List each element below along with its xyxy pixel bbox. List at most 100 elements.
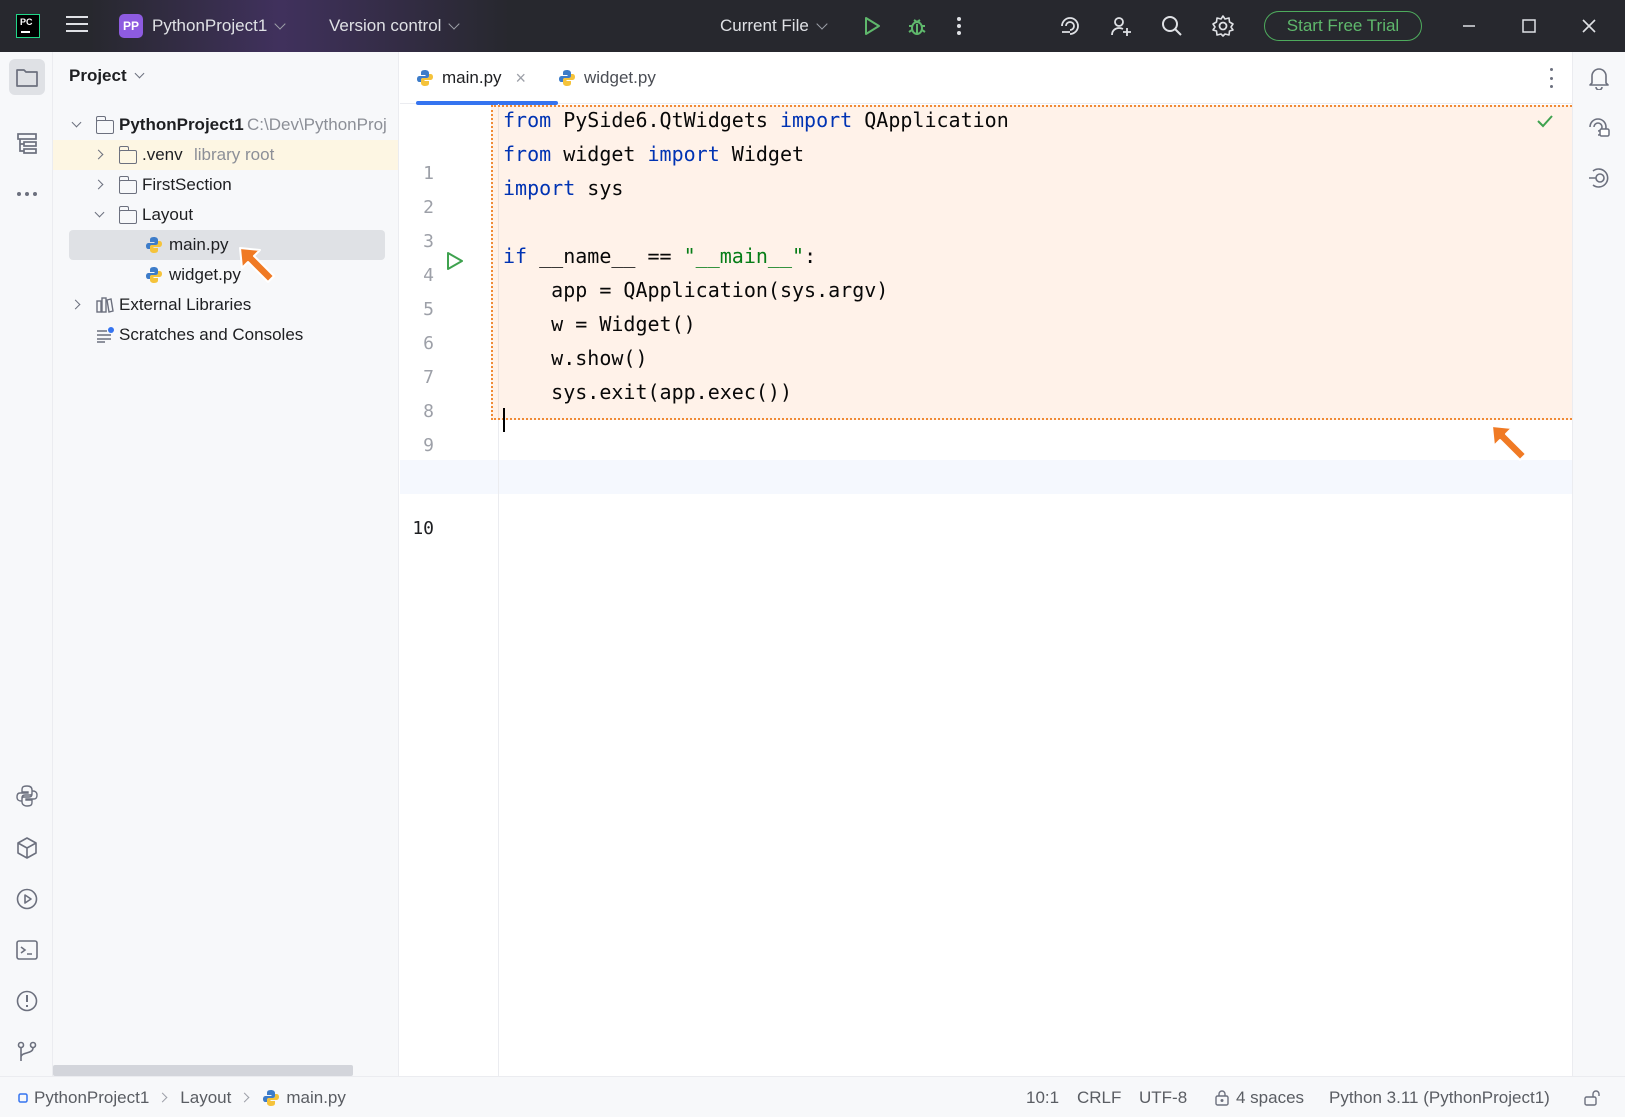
tree-item-label: .venv (142, 145, 183, 164)
line-number: 2 (423, 197, 434, 218)
commit-icon (1589, 168, 1609, 188)
tree-item-label: Scratches and Consoles (119, 325, 304, 344)
project-panel-header[interactable]: Project (69, 66, 145, 86)
cursor-position[interactable]: 10:1 (1026, 1077, 1059, 1117)
run-icon[interactable] (859, 13, 885, 39)
tab-options-icon[interactable] (1548, 68, 1554, 88)
code-line-8[interactable]: w.show() (503, 346, 647, 370)
add-user-icon[interactable] (1108, 13, 1134, 39)
line-number: 9 (423, 435, 434, 456)
folder-icon (118, 176, 137, 194)
ai-assistant-icon[interactable] (1057, 13, 1083, 39)
unlock-icon (1584, 1089, 1600, 1106)
breadcrumb-item[interactable]: main.py (286, 1088, 346, 1108)
commit-button[interactable] (1581, 160, 1617, 196)
code-line-7[interactable]: w = Widget() (503, 312, 696, 336)
horizontal-scrollbar[interactable] (53, 1065, 353, 1076)
code-line-3[interactable]: import sys (503, 176, 623, 200)
run-gutter-icon[interactable] (444, 250, 466, 272)
run-circle-icon (16, 888, 38, 910)
debug-icon[interactable] (904, 13, 930, 39)
code-line-9[interactable]: sys.exit(app.exec()) (503, 380, 792, 404)
tree-item-layout[interactable]: Layout (53, 200, 398, 230)
minimize-icon[interactable] (1456, 13, 1482, 39)
ai-chat-button[interactable] (1581, 110, 1617, 146)
start-free-trial-button[interactable]: Start Free Trial (1264, 11, 1422, 41)
tab-label: widget.py (584, 68, 656, 87)
expand-arrow-icon[interactable] (93, 149, 104, 160)
code-line-5[interactable]: if __name__ == "__main__": (503, 244, 816, 268)
python-packages-button[interactable] (9, 778, 45, 814)
breadcrumb-item[interactable]: PythonProject1 (34, 1088, 149, 1108)
tree-item-firstsection[interactable]: FirstSection (53, 170, 398, 200)
expand-arrow-icon[interactable] (71, 117, 82, 128)
chevron-down-icon (134, 68, 145, 79)
tree-item-tag: library root (194, 145, 275, 164)
tree-item-label: Layout (142, 205, 194, 224)
code-line-1[interactable]: from PySide6.QtWidgets import QApplicati… (503, 108, 1009, 132)
run-config-selector[interactable]: Current File (720, 0, 828, 52)
annotation-arrow-icon (1491, 425, 1527, 461)
python-file-icon (559, 70, 575, 86)
chevron-down-icon (816, 17, 828, 30)
code-line-2[interactable]: from widget import Widget (503, 142, 804, 166)
status-bar: PythonProject1 Layout main.py 10:1 CRLF … (0, 1076, 1625, 1117)
code-line-6[interactable]: app = QApplication(sys.argv) (503, 278, 888, 302)
line-number: 4 (423, 265, 434, 286)
tree-item-label: PythonProject1 (119, 115, 244, 134)
notifications-button[interactable] (1581, 60, 1617, 96)
more-tools-button[interactable] (9, 176, 45, 212)
problems-icon (16, 990, 38, 1012)
tree-item-project-root[interactable]: PythonProject1 C:\Dev\PythonProj (53, 110, 398, 140)
structure-tool-button[interactable] (9, 125, 45, 161)
tree-item-external-libraries[interactable]: External Libraries (53, 290, 398, 320)
packages-icon (17, 837, 37, 859)
indent-setting[interactable]: 4 spaces (1213, 1077, 1304, 1117)
project-switcher[interactable]: PP PythonProject1 (119, 0, 286, 52)
main-menu-icon[interactable] (66, 16, 88, 34)
no-problems-check-icon[interactable] (1536, 114, 1554, 128)
tree-item-main-py[interactable]: main.py (53, 230, 398, 260)
terminal-icon (16, 940, 38, 960)
python-file-icon (417, 70, 433, 86)
read-only-toggle[interactable] (1583, 1077, 1601, 1117)
editor-tabs: main.py × widget.py (400, 52, 1572, 105)
tree-item-widget-py[interactable]: widget.py (53, 260, 398, 290)
python-packages-tool-button[interactable] (9, 830, 45, 866)
expand-arrow-icon[interactable] (94, 207, 105, 218)
line-number: 10 (412, 518, 434, 539)
terminal-tool-button[interactable] (9, 932, 45, 968)
maximize-icon[interactable] (1516, 13, 1542, 39)
tree-item-label: widget.py (169, 265, 241, 284)
git-branch-icon (17, 1041, 37, 1061)
expand-arrow-icon[interactable] (70, 299, 81, 310)
close-tab-icon[interactable]: × (516, 68, 527, 89)
line-separator[interactable]: CRLF (1077, 1077, 1121, 1117)
project-tool-button[interactable] (9, 59, 45, 95)
tree-item-scratches[interactable]: Scratches and Consoles (53, 320, 398, 350)
git-tool-button[interactable] (9, 1034, 45, 1070)
vcs-menu[interactable]: Version control (329, 0, 461, 52)
run-tool-button[interactable] (9, 881, 45, 917)
chevron-right-icon (239, 1092, 250, 1103)
line-number: 3 (423, 231, 434, 252)
library-icon (96, 297, 114, 313)
tab-main-py[interactable]: main.py × (416, 52, 559, 105)
line-number: 6 (423, 333, 434, 354)
close-icon[interactable] (1576, 13, 1602, 39)
more-actions-icon[interactable] (946, 13, 972, 39)
expand-arrow-icon[interactable] (93, 179, 104, 190)
scratches-icon (97, 327, 114, 343)
editor-area: main.py × widget.py 1 2 3 4 5 6 7 8 9 10… (400, 52, 1576, 1076)
gear-icon[interactable] (1210, 13, 1236, 39)
pycharm-logo-icon: PC (16, 14, 40, 38)
python-interpreter[interactable]: Python 3.11 (PythonProject1) (1329, 1077, 1550, 1117)
breadcrumb-item[interactable]: Layout (180, 1088, 231, 1108)
tab-widget-py[interactable]: widget.py (558, 52, 656, 104)
file-encoding[interactable]: UTF-8 (1139, 1077, 1187, 1117)
folder-icon (16, 69, 38, 87)
problems-tool-button[interactable] (9, 983, 45, 1019)
search-icon[interactable] (1159, 13, 1185, 39)
tree-item-venv[interactable]: .venv library root (53, 140, 398, 170)
bell-icon (1589, 68, 1609, 90)
